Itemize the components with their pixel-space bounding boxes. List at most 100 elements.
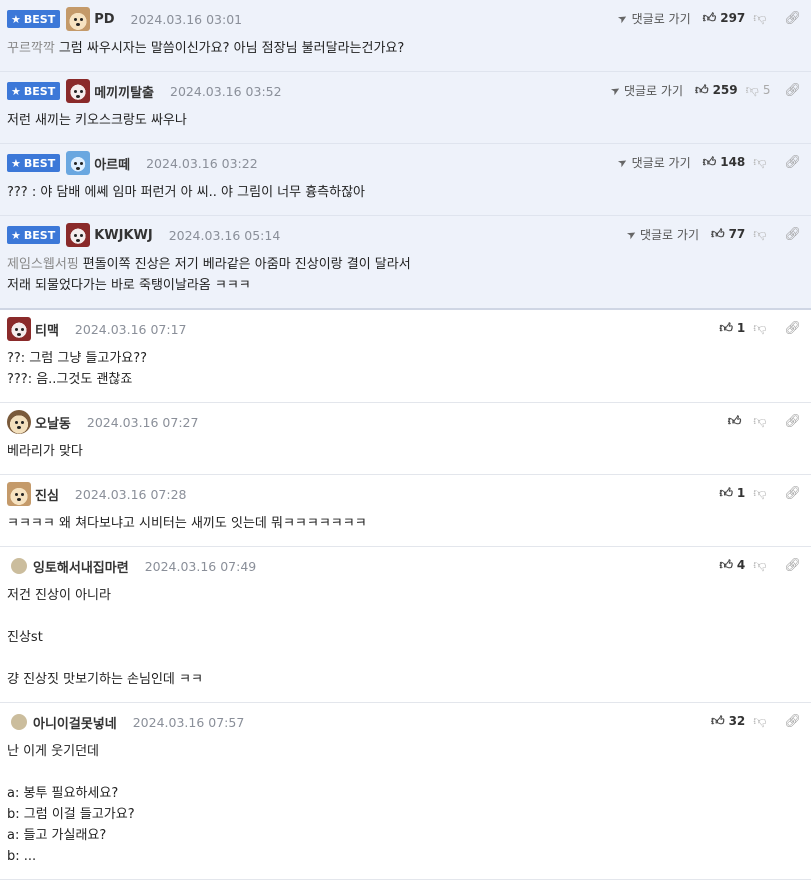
thumbs-down-icon: 👎︎ bbox=[753, 226, 767, 242]
dislike-button[interactable]: 👎︎ bbox=[753, 155, 770, 170]
star-icon: ★ bbox=[11, 84, 21, 98]
comment-actions: 👍︎ 32 👎︎ 🔗︎ bbox=[711, 711, 801, 731]
best-badge: ★ BEST bbox=[7, 154, 61, 172]
comment-item: 오날동 2024.03.16 07:27 👍︎ 👎︎ 🔗︎ 베라리가 맞다 bbox=[0, 403, 811, 475]
like-button[interactable]: 👍︎ 32 bbox=[711, 714, 745, 729]
best-badge: ★ BEST bbox=[7, 82, 61, 100]
comment-item: 티맥 2024.03.16 07:17 👍︎ 1 👎︎ 🔗︎ ??: 그럼 그냥 … bbox=[0, 310, 811, 403]
comment-body: 난 이게 웃기던데 a: 봉투 필요하세요? b: 그럼 이걸 들고가요? a:… bbox=[7, 744, 135, 864]
best-badge: ★ BEST bbox=[7, 10, 61, 28]
thumbs-down-icon: 👎︎ bbox=[753, 413, 767, 429]
comment-body: 꾸르깍깍 그럼 싸우시자는 말씀이신가요? 아님 점장님 불러달라는건가요? bbox=[7, 41, 405, 56]
comment-date: 2024.03.16 07:57 bbox=[132, 714, 245, 730]
link-icon[interactable]: 🔗︎ bbox=[784, 486, 801, 501]
thumbs-down-icon: 👎︎ bbox=[753, 713, 767, 729]
comment-actions: ➤ 댓글로 가기 👍︎ 259 👎︎ 5 🔗︎ bbox=[608, 80, 801, 100]
goto-reply-link[interactable]: ➤ 댓글로 가기 bbox=[624, 226, 699, 243]
nickname[interactable]: 오날동 bbox=[35, 413, 71, 432]
comment-actions: ➤ 댓글로 가기 👍︎ 77 👎︎ 🔗︎ bbox=[624, 224, 801, 244]
avatar[interactable] bbox=[11, 714, 27, 730]
like-button[interactable]: 👍︎ 297 bbox=[703, 11, 746, 26]
comment-body: 제임스웹서핑 편돌이쪽 진상은 저기 베라같은 아줌마 진상이랑 결이 달라서 저… bbox=[7, 257, 411, 293]
comment-actions: ➤ 댓글로 가기 👍︎ 297 👎︎ 🔗︎ bbox=[615, 8, 801, 28]
comment-date: 2024.03.16 05:14 bbox=[168, 227, 281, 243]
like-button[interactable]: 👍︎ 259 bbox=[695, 83, 738, 98]
link-icon[interactable]: 🔗︎ bbox=[784, 714, 801, 729]
comment-item: ★ BEST KWJKWJ 2024.03.16 05:14 ➤ 댓글로 가기 👍︎… bbox=[0, 216, 811, 310]
dislike-button[interactable]: 👎︎ 5 bbox=[746, 83, 771, 98]
dislike-button[interactable]: 👎︎ bbox=[753, 414, 770, 429]
comment-body: ??? : 야 담배 에쎄 임마 퍼런거 아 씨.. 야 그림이 너무 흉측하잖… bbox=[7, 185, 366, 200]
thumbs-up-icon: 👍︎ bbox=[727, 413, 742, 429]
thumbs-up-icon: 👍︎ bbox=[702, 154, 717, 170]
avatar[interactable] bbox=[7, 410, 31, 434]
dislike-button[interactable]: 👎︎ bbox=[753, 558, 770, 573]
thumbs-down-icon: 👎︎ bbox=[753, 485, 767, 501]
comment-body: ??: 그럼 그냥 들고가요?? ???: 음..그것도 괜찮죠 bbox=[7, 351, 148, 387]
link-icon[interactable]: 🔗︎ bbox=[784, 227, 801, 242]
like-button[interactable]: 👍︎ 77 bbox=[711, 227, 745, 242]
star-icon: ★ bbox=[11, 12, 21, 26]
comment-header: 잉토해서내집마련 2024.03.16 07:49 bbox=[7, 555, 803, 577]
dislike-button[interactable]: 👎︎ bbox=[753, 227, 770, 242]
comment-list: ★ BEST PD 2024.03.16 03:01 ➤ 댓글로 가기 👍︎ 297 … bbox=[0, 0, 811, 880]
nickname[interactable]: PD bbox=[94, 12, 114, 27]
comment-item: ★ BEST 메끼끼탈출 2024.03.16 03:52 ➤ 댓글로 가기 👍︎ 2… bbox=[0, 72, 811, 144]
nickname[interactable]: 아니이걸못넣네 bbox=[33, 713, 117, 732]
comment-date: 2024.03.16 03:22 bbox=[146, 155, 258, 171]
like-button[interactable]: 👍︎ 1 bbox=[719, 321, 745, 336]
nickname[interactable]: KWJKWJ bbox=[94, 228, 153, 243]
send-arrow-icon: ➤ bbox=[615, 10, 631, 26]
link-icon[interactable]: 🔗︎ bbox=[784, 83, 801, 98]
comment-actions: 👍︎ 1 👎︎ 🔗︎ bbox=[719, 483, 801, 503]
thumbs-up-icon: 👍︎ bbox=[702, 10, 717, 26]
comment-date: 2024.03.16 07:27 bbox=[86, 414, 199, 430]
avatar[interactable] bbox=[7, 482, 31, 506]
comment-date: 2024.03.16 03:52 bbox=[170, 83, 282, 99]
like-button[interactable]: 👍︎ bbox=[728, 414, 746, 429]
goto-reply-link[interactable]: ➤ 댓글로 가기 bbox=[616, 154, 691, 171]
goto-reply-link[interactable]: ➤ 댓글로 가기 bbox=[608, 82, 683, 99]
link-icon[interactable]: 🔗︎ bbox=[784, 321, 801, 336]
dislike-button[interactable]: 👎︎ bbox=[753, 714, 770, 729]
avatar[interactable] bbox=[66, 7, 91, 31]
thumbs-down-icon: 👎︎ bbox=[753, 320, 767, 336]
mention[interactable]: 제임스웹서핑 bbox=[7, 257, 79, 272]
link-icon[interactable]: 🔗︎ bbox=[784, 558, 801, 573]
goto-reply-link[interactable]: ➤ 댓글로 가기 bbox=[615, 10, 691, 27]
link-icon[interactable]: 🔗︎ bbox=[784, 11, 801, 26]
comment-item: 잉토해서내집마련 2024.03.16 07:49 👍︎ 4 👎︎ 🔗︎ 저건 진… bbox=[0, 547, 811, 703]
avatar[interactable] bbox=[66, 223, 91, 247]
comment-date: 2024.03.16 07:49 bbox=[144, 558, 257, 574]
avatar[interactable] bbox=[11, 558, 27, 574]
comment-header: 아니이걸못넣네 2024.03.16 07:57 bbox=[7, 711, 803, 733]
like-button[interactable]: 👍︎ 1 bbox=[719, 486, 745, 501]
link-icon[interactable]: 🔗︎ bbox=[784, 414, 801, 429]
nickname[interactable]: 잉토해서내집마련 bbox=[33, 557, 129, 576]
dislike-button[interactable]: 👎︎ bbox=[753, 486, 770, 501]
thumbs-down-icon: 👎︎ bbox=[745, 82, 759, 98]
comment-body: 베라리가 맞다 bbox=[7, 444, 83, 459]
nickname[interactable]: 메끼끼탈출 bbox=[94, 82, 154, 101]
comment-date: 2024.03.16 03:01 bbox=[130, 11, 243, 27]
thumbs-down-icon: 👎︎ bbox=[753, 557, 767, 573]
mention[interactable]: 꾸르깍깍 bbox=[7, 41, 55, 56]
dislike-button[interactable]: 👎︎ bbox=[753, 11, 770, 26]
thumbs-up-icon: 👍︎ bbox=[719, 557, 733, 573]
thumbs-up-icon: 👍︎ bbox=[694, 82, 709, 98]
like-button[interactable]: 👍︎ 4 bbox=[719, 558, 745, 573]
thumbs-up-icon: 👍︎ bbox=[719, 320, 733, 336]
nickname[interactable]: 아르떼 bbox=[94, 154, 130, 173]
comment-date: 2024.03.16 07:17 bbox=[74, 321, 187, 337]
nickname[interactable]: 티맥 bbox=[35, 320, 59, 339]
comment-header: 오날동 2024.03.16 07:27 bbox=[7, 410, 803, 434]
thumbs-up-icon: 👍︎ bbox=[710, 713, 725, 729]
avatar[interactable] bbox=[66, 151, 91, 175]
nickname[interactable]: 진심 bbox=[35, 485, 59, 504]
comment-actions: 👍︎ 👎︎ 🔗︎ bbox=[728, 411, 801, 431]
avatar[interactable] bbox=[66, 79, 91, 103]
like-button[interactable]: 👍︎ 148 bbox=[703, 155, 746, 170]
avatar[interactable] bbox=[7, 317, 31, 341]
dislike-button[interactable]: 👎︎ bbox=[753, 321, 770, 336]
link-icon[interactable]: 🔗︎ bbox=[784, 155, 801, 170]
